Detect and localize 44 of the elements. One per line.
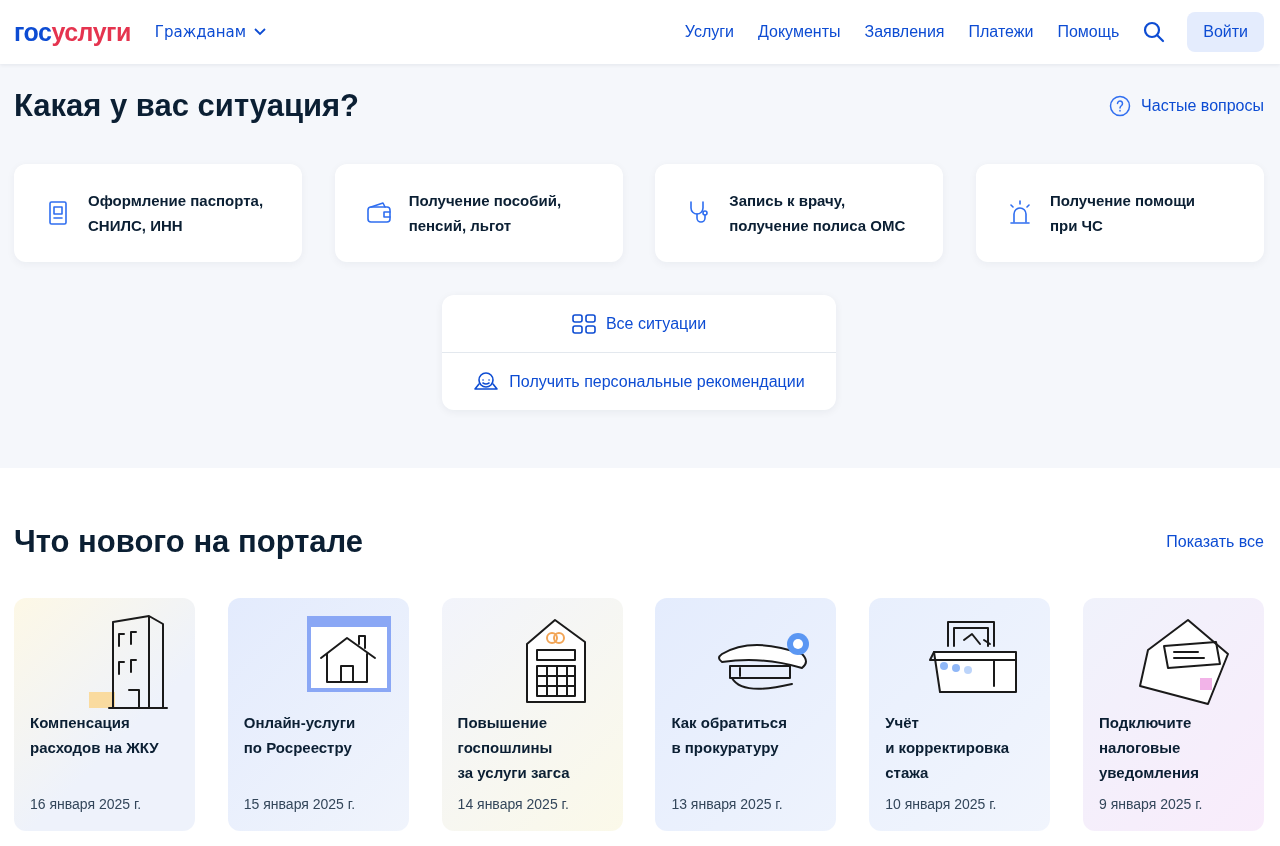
grid-icon	[571, 313, 596, 334]
section-title: Что нового на портале	[14, 524, 364, 560]
situation-label: Получение пособий, пенсий, льгот	[408, 191, 562, 236]
situation-label: Оформление паспорта, СНИЛС, ИНН	[88, 191, 264, 236]
show-all-link[interactable]: Показать все	[1166, 533, 1264, 551]
question-icon	[1109, 95, 1132, 117]
logo[interactable]: госуслуги	[14, 17, 131, 47]
situation-label: Получение помощи при ЧС	[1049, 191, 1196, 236]
news-title: Онлайн-услуги по Росреестру	[243, 713, 357, 758]
nav-link[interactable]: Заявления	[864, 23, 945, 41]
news-date: 16 января 2025 г.	[30, 796, 143, 812]
search-icon[interactable]	[1143, 21, 1166, 43]
news-card[interactable]: Учёт и корректировка стажа 10 января 2025 г.	[869, 598, 1051, 831]
nav-link[interactable]: Помощь	[1057, 23, 1120, 41]
news-title: Повышение госпошлины за услуги загса	[457, 713, 571, 783]
news-date: 9 января 2025 г.	[1099, 796, 1204, 812]
news-card[interactable]: Повышение госпошлины за услуги загса 14 января 2025 г.	[441, 598, 623, 831]
section-title: Какая у вас ситуация?	[14, 88, 360, 124]
faq-link[interactable]: Частые вопросы	[1109, 95, 1264, 117]
situation-label: Запись к врачу, получение полиса ОМС	[729, 191, 906, 236]
chevron-down-icon	[254, 28, 267, 36]
nav-link[interactable]: Платежи	[968, 23, 1034, 41]
login-button[interactable]: Войти	[1187, 12, 1264, 52]
menu-link[interactable]: Все ситуации	[442, 295, 836, 352]
news-card[interactable]: Онлайн-услуги по Росреестру 15 января 2025 г.	[227, 598, 409, 831]
situation-card[interactable]: Получение пособий, пенсий, льгот	[334, 164, 623, 262]
nav-link[interactable]: Документы	[758, 23, 841, 41]
news-card[interactable]: Подключите налоговые уведомления 9 января 2025 г.	[1083, 598, 1264, 831]
audience-dropdown[interactable]: Гражданам	[154, 23, 267, 41]
news-date: 10 января 2025 г.	[885, 796, 998, 812]
news-date: 14 января 2025 г.	[457, 796, 570, 812]
news-date: 15 января 2025 г.	[243, 796, 357, 812]
news-title: Учёт и корректировка стажа	[885, 713, 1011, 783]
news-title: Компенсация расходов на ЖКУ	[30, 713, 160, 758]
situation-card[interactable]: Оформление паспорта, СНИЛС, ИНН	[14, 164, 302, 262]
nav-link[interactable]: Услуги	[684, 23, 734, 41]
situation-card[interactable]: Получение помощи при ЧС	[975, 164, 1264, 262]
news-card[interactable]: Как обратиться в прокуратуру 13 января 2025 г.	[655, 598, 837, 831]
news-title: Подключите налоговые уведомления	[1099, 713, 1200, 783]
situation-card[interactable]: Запись к врачу, получение полиса ОМС	[655, 164, 944, 262]
menu-link[interactable]: Получить персональные рекомендации	[442, 352, 836, 410]
news-date: 13 января 2025 г.	[671, 796, 784, 812]
news-title: Как обратиться в прокуратуру	[671, 713, 788, 758]
news-card[interactable]: Компенсация расходов на ЖКУ 16 января 2025 г.	[14, 598, 195, 831]
